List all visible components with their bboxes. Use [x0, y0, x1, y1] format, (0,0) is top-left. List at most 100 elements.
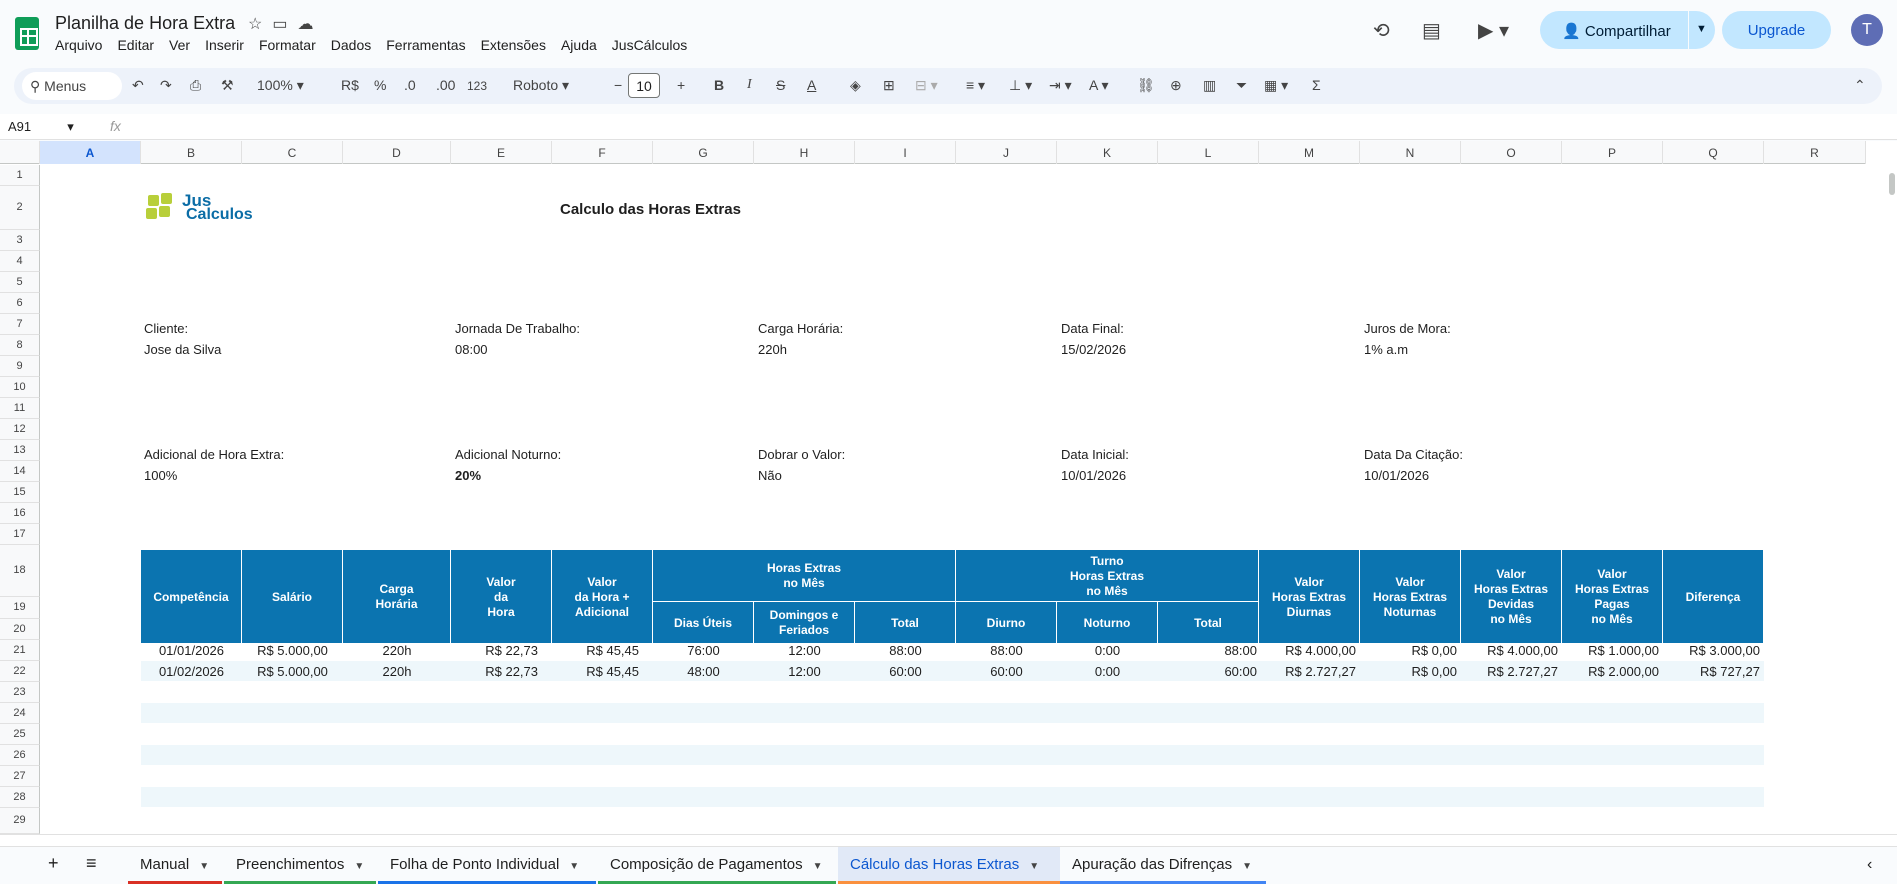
field-value-data-inicial[interactable]: 10/01/2026 — [1061, 468, 1126, 483]
horizontal-align-icon[interactable]: ≡ ▾ — [966, 77, 985, 94]
font-size-increase-icon[interactable]: + — [677, 77, 685, 93]
text-color-icon[interactable]: A — [807, 77, 816, 93]
field-value-juros[interactable]: 1% a.m — [1364, 342, 1408, 357]
row-header[interactable]: 26 — [0, 745, 40, 766]
spreadsheet-grid[interactable]: A B C D E F G H I J K L M N O P Q R 1 2 … — [0, 141, 1897, 834]
table-cell[interactable]: R$ 2.000,00 — [1562, 661, 1663, 681]
row-header[interactable]: 20 — [0, 619, 40, 640]
table-cell[interactable]: R$ 0,00 — [1360, 640, 1461, 660]
tab-menu-icon[interactable]: ▼ — [569, 861, 579, 872]
menu-ferramentas[interactable]: Ferramentas — [386, 37, 465, 53]
column-header[interactable]: N — [1360, 141, 1461, 164]
add-sheet-icon[interactable]: + — [48, 847, 59, 884]
row-header[interactable]: 16 — [0, 503, 40, 524]
column-header[interactable]: B — [141, 141, 242, 164]
table-cell[interactable]: 220h — [343, 640, 451, 660]
row-header[interactable]: 21 — [0, 640, 40, 661]
row-header[interactable]: 25 — [0, 724, 40, 745]
row-header[interactable]: 4 — [0, 251, 40, 272]
history-icon[interactable]: ⟲ — [1373, 18, 1390, 43]
field-value-dobrar[interactable]: Não — [758, 468, 782, 483]
table-cell[interactable]: 88:00 — [1158, 640, 1259, 660]
field-value-adicional-he[interactable]: 100% — [144, 468, 177, 483]
insert-chart-icon[interactable]: ▥ — [1203, 77, 1216, 94]
row-header[interactable]: 28 — [0, 787, 40, 808]
table-cell[interactable]: R$ 5.000,00 — [242, 661, 343, 681]
table-cell[interactable]: 60:00 — [855, 661, 956, 681]
sheet-tab[interactable]: Folha de Ponto Individual ▼ — [378, 847, 596, 884]
table-cell[interactable]: R$ 22,73 — [451, 661, 552, 681]
row-header[interactable]: 29 — [0, 808, 40, 834]
font-select[interactable]: Roboto ▾ — [513, 77, 569, 94]
undo-icon[interactable]: ↶ — [132, 77, 144, 94]
table-cell[interactable]: R$ 2.727,27 — [1259, 661, 1360, 681]
currency-format-button[interactable]: R$ — [341, 77, 359, 93]
fill-color-icon[interactable]: ◈ — [850, 77, 861, 94]
row-header[interactable]: 7 — [0, 314, 40, 335]
table-cell[interactable]: R$ 5.000,00 — [242, 640, 343, 660]
bold-icon[interactable]: B — [714, 77, 724, 93]
avatar[interactable]: T — [1851, 14, 1883, 46]
document-title[interactable]: Planilha de Hora Extra — [55, 13, 235, 34]
filter-icon[interactable]: ⏷ — [1236, 77, 1247, 94]
column-header[interactable]: E — [451, 141, 552, 164]
insert-comment-icon[interactable]: ⊕ — [1170, 77, 1182, 94]
table-cell[interactable]: 60:00 — [1158, 661, 1259, 681]
share-dropdown-icon[interactable]: ▼ — [1696, 23, 1707, 35]
share-button[interactable]: 👤 Compartilhar ▼ — [1540, 11, 1715, 49]
tab-menu-icon[interactable]: ▼ — [1029, 861, 1039, 872]
menu-search[interactable]: ⚲ Menus — [22, 72, 122, 100]
upgrade-button[interactable]: Upgrade — [1722, 11, 1831, 49]
column-header[interactable]: P — [1562, 141, 1663, 164]
table-cell[interactable]: R$ 4.000,00 — [1461, 640, 1562, 660]
paint-format-icon[interactable]: ⚒ — [221, 77, 234, 94]
tab-menu-icon[interactable]: ▼ — [813, 861, 823, 872]
tab-menu-icon[interactable]: ▼ — [354, 861, 364, 872]
column-header[interactable]: D — [343, 141, 451, 164]
table-cell[interactable]: R$ 727,27 — [1663, 661, 1764, 681]
tabs-scroll-left-icon[interactable]: ‹ — [1867, 847, 1872, 884]
row-header[interactable]: 17 — [0, 524, 40, 545]
row-header[interactable]: 13 — [0, 440, 40, 461]
table-cell[interactable]: R$ 1.000,00 — [1562, 640, 1663, 660]
menu-juscalculos[interactable]: JusCálculos — [612, 37, 687, 53]
decrease-decimal-button[interactable]: .0 — [404, 77, 416, 93]
row-header[interactable]: 2 — [0, 186, 40, 230]
table-cell[interactable]: 76:00 — [653, 640, 754, 660]
table-cell[interactable]: 0:00 — [1057, 661, 1158, 681]
row-header[interactable]: 8 — [0, 335, 40, 356]
menu-extensoes[interactable]: Extensões — [481, 37, 546, 53]
star-icon[interactable]: ☆ — [248, 16, 272, 33]
sheet-tab[interactable]: Preenchimentos ▼ — [224, 847, 376, 884]
column-header[interactable]: R — [1764, 141, 1866, 164]
row-header[interactable]: 1 — [0, 165, 40, 186]
tab-menu-icon[interactable]: ▼ — [1242, 861, 1252, 872]
field-value-cliente[interactable]: Jose da Silva — [144, 342, 221, 357]
text-wrap-icon[interactable]: ⇥ ▾ — [1049, 77, 1072, 94]
meet-icon[interactable]: ▶ ▾ — [1478, 18, 1509, 43]
table-cell[interactable]: 12:00 — [754, 661, 855, 681]
table-cell[interactable]: 88:00 — [956, 640, 1057, 660]
borders-icon[interactable]: ⊞ — [883, 77, 895, 94]
menu-ajuda[interactable]: Ajuda — [561, 37, 597, 53]
table-cell[interactable]: 12:00 — [754, 640, 855, 660]
cloud-status-icon[interactable]: ☁ — [297, 16, 323, 33]
column-header[interactable]: Q — [1663, 141, 1764, 164]
row-header[interactable]: 22 — [0, 661, 40, 682]
row-header[interactable]: 18 — [0, 545, 40, 597]
number-format-button[interactable]: 123 — [467, 79, 487, 93]
redo-icon[interactable]: ↷ — [160, 77, 172, 94]
collapse-toolbar-icon[interactable]: ⌃ — [1854, 77, 1866, 94]
field-value-carga[interactable]: 220h — [758, 342, 787, 357]
row-header[interactable]: 24 — [0, 703, 40, 724]
table-cell[interactable]: 0:00 — [1057, 640, 1158, 660]
move-folder-icon[interactable]: ▭ — [272, 16, 297, 33]
row-header[interactable]: 10 — [0, 377, 40, 398]
column-header[interactable]: I — [855, 141, 956, 164]
table-cell[interactable]: 60:00 — [956, 661, 1057, 681]
column-header[interactable]: L — [1158, 141, 1259, 164]
table-cell[interactable]: 88:00 — [855, 640, 956, 660]
tab-menu-icon[interactable]: ▼ — [199, 861, 209, 872]
table-cell[interactable]: 48:00 — [653, 661, 754, 681]
table-cell[interactable]: R$ 45,45 — [552, 661, 653, 681]
